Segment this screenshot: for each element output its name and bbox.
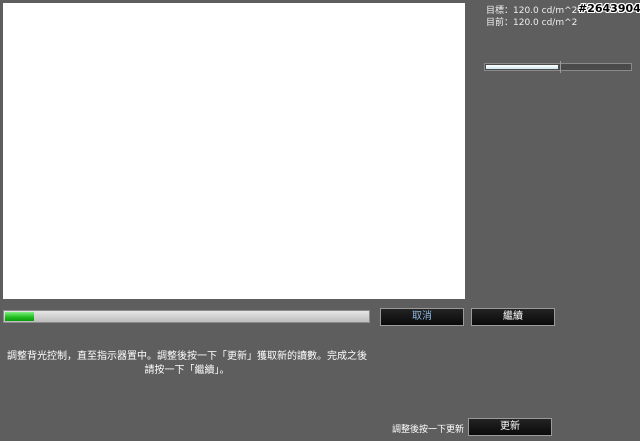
luminance-target-marker [560,61,561,73]
progress-fill [5,312,34,321]
current-luminance-readout: 目前：120.0 cd/m^2 [486,18,578,28]
measurement-area [3,3,465,299]
watermark-id: #2643904 [578,2,640,15]
instruction-text: 調整背光控制，直至指示器置中。調整後按一下「更新」獲取新的讀數。完成之後請按一下… [7,351,367,376]
calibration-progress-bar [3,310,370,323]
update-button[interactable]: 更新 [468,418,552,436]
cancel-button[interactable]: 取消 [380,308,464,326]
target-luminance-readout: 目標：120.0 cd/m^2 [486,6,578,16]
update-hint-label: 調整後按一下更新 [392,425,465,435]
luminance-indicator [484,61,632,73]
continue-button[interactable]: 繼續 [471,308,555,326]
luminance-indicator-fill [486,65,558,69]
